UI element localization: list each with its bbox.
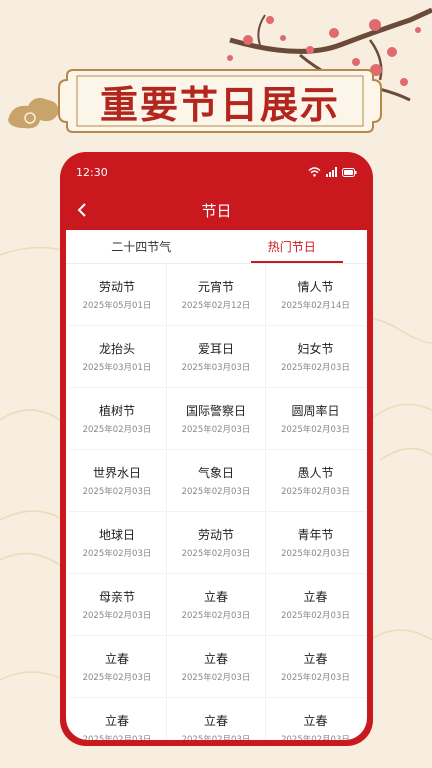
festival-name: 愚人节 xyxy=(297,466,334,480)
content-screen: 二十四节气 热门节日 劳动节 2025年05月01日 元宵节 2025年02月12日 情… xyxy=(66,230,367,740)
festival-date: 2025年02月03日 xyxy=(82,673,152,683)
festival-date: 2025年03月01日 xyxy=(82,363,152,373)
festival-name: 立春 xyxy=(203,714,228,728)
tab-popular-festivals[interactable]: 热门节日 xyxy=(217,230,368,263)
status-time: 12:30 xyxy=(76,165,108,179)
festival-item[interactable]: 龙抬头 2025年03月01日 xyxy=(68,326,167,388)
festival-name: 立春 xyxy=(104,714,129,728)
festival-name: 圆周率日 xyxy=(291,404,340,418)
cloud-ornament xyxy=(8,98,59,129)
festival-name: 国际警察日 xyxy=(185,404,246,418)
festival-date: 2025年02月03日 xyxy=(281,611,350,621)
festival-item[interactable]: 立春 2025年02月03日 xyxy=(167,698,266,740)
page-title: 节日 xyxy=(201,201,232,220)
festival-item[interactable]: 立春 2025年02月03日 xyxy=(167,636,266,698)
festival-name: 爱耳日 xyxy=(197,342,234,356)
festival-name: 立春 xyxy=(203,590,228,604)
phone-mockup: 12:30 节日 二十四节气 热门节日 劳动节 2025年05月01日 元宵节 … xyxy=(60,152,373,746)
festival-date: 2025年02月03日 xyxy=(82,549,152,559)
festival-date: 2025年02月03日 xyxy=(181,611,251,621)
tab-bar: 二十四节气 热门节日 xyxy=(66,230,367,264)
festival-item[interactable]: 植树节 2025年02月03日 xyxy=(68,388,167,450)
festival-date: 2025年02月03日 xyxy=(181,735,251,740)
festival-item[interactable]: 劳动节 2025年02月03日 xyxy=(167,512,266,574)
festival-name: 气象日 xyxy=(197,466,234,480)
tab-solar-terms[interactable]: 二十四节气 xyxy=(66,230,217,263)
festival-date: 2025年02月03日 xyxy=(281,487,350,497)
festival-date: 2025年02月03日 xyxy=(82,735,152,740)
festival-item[interactable]: 圆周率日 2025年02月03日 xyxy=(266,388,365,450)
festival-date: 2025年02月03日 xyxy=(281,363,350,373)
festival-date: 2025年02月03日 xyxy=(181,487,251,497)
festival-grid: 劳动节 2025年05月01日 元宵节 2025年02月12日 情人节 2025年02月1… xyxy=(66,264,367,740)
festival-date: 2025年02月03日 xyxy=(181,549,251,559)
festival-item[interactable]: 立春 2025年02月03日 xyxy=(266,574,365,636)
wifi-icon xyxy=(308,167,321,177)
festival-name: 立春 xyxy=(203,652,228,666)
festival-name: 劳动节 xyxy=(197,528,234,542)
festival-date: 2025年02月12日 xyxy=(181,301,251,311)
festival-item[interactable]: 元宵节 2025年02月12日 xyxy=(167,264,266,326)
festival-item[interactable]: 立春 2025年02月03日 xyxy=(266,636,365,698)
festival-date: 2025年02月03日 xyxy=(181,673,251,683)
festival-date: 2025年02月03日 xyxy=(281,735,350,740)
signal-icon xyxy=(326,167,337,177)
festival-item[interactable]: 立春 2025年02月03日 xyxy=(68,636,167,698)
festival-date: 2025年02月03日 xyxy=(281,673,350,683)
festival-date: 2025年02月03日 xyxy=(82,487,152,497)
festival-item[interactable]: 愚人节 2025年02月03日 xyxy=(266,450,365,512)
title-banner: 重要节日展示 xyxy=(55,66,385,136)
festival-name: 立春 xyxy=(303,590,328,604)
festival-item[interactable]: 爱耳日 2025年03月03日 xyxy=(167,326,266,388)
festival-item[interactable]: 情人节 2025年02月14日 xyxy=(266,264,365,326)
festival-name: 元宵节 xyxy=(197,280,234,294)
festival-name: 妇女节 xyxy=(297,342,334,356)
festival-name: 母亲节 xyxy=(98,590,135,604)
festival-date: 2025年02月03日 xyxy=(281,425,350,435)
festival-name: 地球日 xyxy=(98,528,135,542)
festival-name: 龙抬头 xyxy=(98,342,135,356)
banner-title: 重要节日展示 xyxy=(99,81,340,127)
festival-item[interactable]: 地球日 2025年02月03日 xyxy=(68,512,167,574)
festival-date: 2025年02月03日 xyxy=(181,425,251,435)
festival-date: 2025年02月03日 xyxy=(281,549,350,559)
festival-item[interactable]: 妇女节 2025年02月03日 xyxy=(266,326,365,388)
festival-date: 2025年03月03日 xyxy=(181,363,251,373)
festival-item[interactable]: 劳动节 2025年05月01日 xyxy=(68,264,167,326)
back-arrow-icon[interactable] xyxy=(72,200,92,220)
festival-item[interactable]: 国际警察日 2025年02月03日 xyxy=(167,388,266,450)
festival-name: 植树节 xyxy=(98,404,135,418)
festival-date: 2025年05月01日 xyxy=(82,301,152,311)
festival-name: 情人节 xyxy=(297,280,334,294)
status-bar: 12:30 xyxy=(60,152,373,192)
festival-name: 劳动节 xyxy=(98,280,135,294)
nav-bar: 节日 xyxy=(60,192,373,228)
festival-name: 立春 xyxy=(303,652,328,666)
festival-item[interactable]: 气象日 2025年02月03日 xyxy=(167,450,266,512)
festival-item[interactable]: 母亲节 2025年02月03日 xyxy=(68,574,167,636)
festival-name: 立春 xyxy=(303,714,328,728)
festival-name: 立春 xyxy=(104,652,129,666)
festival-date: 2025年02月03日 xyxy=(82,611,152,621)
festival-name: 青年节 xyxy=(297,528,334,542)
festival-item[interactable]: 立春 2025年02月03日 xyxy=(68,698,167,740)
festival-item[interactable]: 青年节 2025年02月03日 xyxy=(266,512,365,574)
battery-icon xyxy=(342,167,357,177)
festival-name: 世界水日 xyxy=(92,466,141,480)
festival-item[interactable]: 立春 2025年02月03日 xyxy=(266,698,365,740)
festival-item[interactable]: 世界水日 2025年02月03日 xyxy=(68,450,167,512)
festival-date: 2025年02月14日 xyxy=(281,301,350,311)
festival-date: 2025年02月03日 xyxy=(82,425,152,435)
festival-item[interactable]: 立春 2025年02月03日 xyxy=(167,574,266,636)
